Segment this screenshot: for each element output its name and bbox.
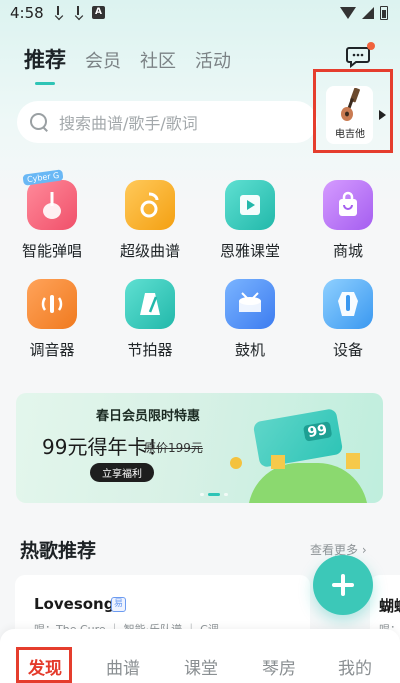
drum-icon — [225, 279, 275, 329]
status-time: 4:58 — [10, 4, 44, 22]
song-title: 蝴蝶 — [379, 597, 400, 615]
feature-enya-class[interactable]: 恩雅课堂 — [210, 180, 290, 261]
wifi-icon — [340, 7, 356, 19]
promo-banner[interactable]: 春日会员限时特惠 99元得年卡！ 原价199元 立享福利 99 — [16, 393, 383, 503]
tab-recommend[interactable]: 推荐 — [24, 44, 66, 85]
feature-label: 超级曲谱 — [119, 242, 180, 260]
chat-bubble-icon — [346, 47, 370, 68]
search-icon — [29, 112, 49, 132]
tab-activity[interactable]: 活动 — [195, 47, 231, 73]
feature-store[interactable]: 商城 — [308, 180, 388, 261]
feature-label: 调音器 — [29, 341, 75, 359]
add-button[interactable] — [313, 555, 373, 615]
status-system-icons — [340, 6, 388, 20]
nav-scores[interactable]: 曲谱 — [106, 654, 140, 679]
banner-old-price: 原价199元 — [144, 441, 203, 455]
difficulty-badge: 易 — [111, 597, 126, 612]
cellular-signal-icon — [362, 7, 374, 19]
feature-device[interactable]: 设备 — [308, 279, 388, 360]
message-button[interactable] — [346, 42, 375, 68]
feature-label: 智能弹唱 — [21, 242, 82, 260]
coin-illustration — [230, 457, 242, 469]
instrument-selector[interactable]: 电吉他 — [313, 69, 393, 153]
metronome-glyph — [140, 293, 160, 315]
unread-dot — [367, 42, 375, 50]
search-placeholder: 搜索曲谱/歌手/歌词 — [59, 114, 198, 133]
feature-label: 节拍器 — [127, 341, 173, 359]
guitar-glyph — [43, 192, 61, 219]
feature-tuner[interactable]: 调音器 — [12, 279, 92, 360]
banner-card-number: 99 — [302, 421, 333, 442]
bag-glyph — [339, 191, 357, 216]
nav-classroom[interactable]: 课堂 — [184, 654, 218, 679]
guitar-icon: Cyber G — [22, 169, 77, 230]
note-icon — [125, 180, 175, 230]
pagination-dot — [224, 493, 228, 496]
instrument-label: 电吉他 — [335, 129, 365, 140]
pagination-dot-active — [208, 493, 220, 496]
feature-drum-machine[interactable]: 鼓机 — [210, 279, 290, 360]
status-notification-icons: A — [52, 6, 105, 20]
tuner-icon — [27, 279, 77, 329]
metronome-icon — [125, 279, 175, 329]
banner-pagination — [200, 493, 228, 496]
feature-super-score[interactable]: 超级曲谱 — [110, 180, 190, 261]
nav-highlight-box — [16, 647, 72, 683]
tab-community[interactable]: 社区 — [140, 47, 176, 73]
caret-right-icon[interactable] — [379, 110, 386, 120]
feature-label: 恩雅课堂 — [219, 242, 280, 260]
nav-piano-room[interactable]: 琴房 — [262, 654, 296, 679]
membership-card-illustration: 99 — [252, 408, 344, 468]
download-icon — [72, 6, 84, 20]
instrument-card[interactable]: 电吉他 — [326, 86, 373, 144]
banner-subtitle: 春日会员限时特惠 — [96, 409, 201, 424]
music-note-glyph — [140, 192, 159, 218]
status-bar: 4:58 A — [0, 0, 400, 28]
song-title: Lovesong — [34, 595, 115, 613]
device-glyph — [338, 292, 358, 316]
hot-songs-title: 热歌推荐 — [20, 540, 97, 562]
app-notification-icon: A — [92, 6, 105, 19]
banner-cta-button[interactable]: 立享福利 — [90, 463, 154, 482]
banner-hill-illustration — [248, 463, 368, 503]
video-icon — [225, 180, 275, 230]
device-icon — [323, 279, 373, 329]
gift-box-illustration — [346, 453, 360, 469]
feature-metronome[interactable]: 节拍器 — [110, 279, 190, 360]
search-input[interactable]: 搜索曲谱/歌手/歌词 — [17, 101, 317, 143]
drum-glyph — [239, 292, 261, 312]
feature-label: 设备 — [332, 341, 363, 359]
feature-label: 鼓机 — [234, 341, 265, 359]
shopping-bag-icon — [323, 180, 373, 230]
play-glyph — [240, 195, 260, 215]
download-icon — [52, 6, 64, 20]
bottom-nav: 发现 曲谱 课堂 琴房 我的 — [0, 629, 400, 683]
cyber-g-badge: Cyber G — [22, 169, 64, 186]
tuner-glyph — [41, 295, 63, 313]
top-tabs: 推荐 会员 社区 活动 — [24, 44, 231, 85]
battery-icon — [380, 6, 388, 20]
tab-membership[interactable]: 会员 — [85, 47, 121, 73]
pagination-dot — [200, 493, 204, 496]
gift-box-illustration — [271, 455, 285, 469]
electric-guitar-icon — [341, 88, 360, 121]
nav-me[interactable]: 我的 — [338, 654, 372, 679]
feature-label: 商城 — [332, 242, 363, 260]
feature-smart-play[interactable]: Cyber G 智能弹唱 — [12, 169, 92, 261]
